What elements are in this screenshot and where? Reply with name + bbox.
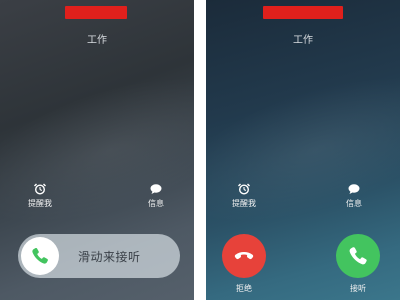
decline-label: 拒绝 bbox=[236, 284, 252, 293]
remind-me-button[interactable]: 提醒我 bbox=[219, 183, 269, 209]
phone-hangup-icon bbox=[234, 252, 254, 260]
message-label: 信息 bbox=[346, 199, 362, 208]
speech-bubble-icon bbox=[348, 184, 360, 194]
slider-text: 滑动来接听 bbox=[78, 250, 141, 264]
redacted-caller-name bbox=[263, 6, 343, 19]
locked-incoming-call-screen: 工作 提醒我 信息 滑动来接听 bbox=[0, 0, 194, 300]
decline-button[interactable] bbox=[222, 234, 266, 278]
speech-bubble-icon bbox=[150, 184, 162, 194]
redacted-caller-name bbox=[65, 6, 127, 19]
caller-label: 工作 bbox=[293, 35, 313, 46]
caller-label: 工作 bbox=[87, 35, 107, 46]
phone-handset-icon bbox=[32, 247, 48, 264]
call-screens-comparison: 工作 提醒我 信息 滑动来接听 工作 提醒我 信息 拒绝 接听 bbox=[0, 0, 400, 300]
slide-to-answer-slider[interactable]: 滑动来接听 bbox=[18, 234, 180, 278]
remind-me-label: 提醒我 bbox=[232, 199, 256, 208]
alarm-clock-icon bbox=[34, 183, 46, 195]
alarm-clock-icon bbox=[238, 183, 250, 195]
unlocked-incoming-call-screen: 工作 提醒我 信息 拒绝 接听 bbox=[206, 0, 400, 300]
remind-me-button[interactable]: 提醒我 bbox=[15, 183, 65, 209]
message-label: 信息 bbox=[148, 199, 164, 208]
remind-me-label: 提醒我 bbox=[28, 199, 52, 208]
accept-button[interactable] bbox=[336, 234, 380, 278]
phone-handset-icon bbox=[349, 247, 367, 265]
message-button[interactable]: 信息 bbox=[329, 183, 379, 209]
accept-label: 接听 bbox=[350, 284, 366, 293]
slider-knob[interactable] bbox=[21, 237, 59, 275]
message-button[interactable]: 信息 bbox=[131, 183, 181, 209]
